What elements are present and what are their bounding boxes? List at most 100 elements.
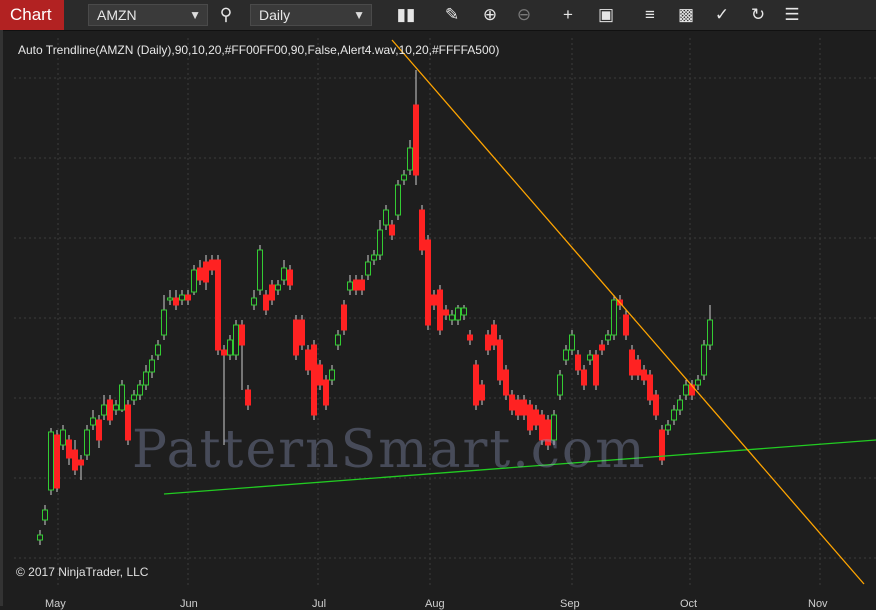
- candle-body: [407, 147, 413, 171]
- candle-body: [629, 349, 635, 376]
- candle-body: [66, 439, 72, 459]
- candle-body: [557, 374, 563, 396]
- candle-body: [251, 297, 257, 306]
- candle-body: [377, 229, 383, 256]
- candle-body: [593, 354, 599, 386]
- candle-body: [587, 354, 593, 361]
- candle-body: [623, 314, 629, 336]
- watermark: PatternSmart.com: [132, 420, 647, 480]
- candle-body: [107, 399, 113, 421]
- candle-body: [167, 297, 173, 301]
- candle-body: [275, 284, 281, 291]
- candle-body: [575, 354, 581, 371]
- candle-body: [287, 269, 293, 286]
- candle-body: [467, 334, 473, 341]
- candle-body: [359, 279, 365, 291]
- candle-body: [473, 364, 479, 406]
- candle-body: [84, 429, 90, 456]
- candle-body: [203, 261, 209, 283]
- candle-body: [581, 369, 587, 386]
- candle-body: [401, 174, 407, 181]
- candle-body: [443, 309, 449, 316]
- candle-body: [78, 459, 84, 466]
- candle-body: [569, 334, 575, 351]
- candle-body: [479, 384, 485, 401]
- candle-body: [437, 289, 443, 331]
- candle-body: [37, 534, 43, 541]
- candle-body: [671, 409, 677, 421]
- indicator-label: Auto Trendline(AMZN (Daily),90,10,20,#FF…: [18, 43, 500, 57]
- candle-body: [455, 307, 461, 321]
- candle-body: [131, 394, 137, 401]
- candle-body: [90, 417, 96, 426]
- candle-body: [365, 261, 371, 276]
- candle-body: [299, 319, 305, 346]
- x-axis-label: Jul: [312, 598, 327, 610]
- x-axis-label: Sep: [560, 598, 580, 610]
- candle-body: [563, 349, 569, 361]
- candle-body: [269, 284, 275, 301]
- candle-body: [701, 344, 707, 376]
- candle-body: [48, 431, 54, 491]
- candle-body: [599, 344, 605, 351]
- candle-body: [227, 339, 233, 356]
- x-axis-label: Aug: [425, 598, 445, 610]
- candle-body: [425, 239, 431, 326]
- candle-body: [173, 297, 179, 306]
- candle-body: [641, 369, 647, 381]
- candle-body: [281, 267, 287, 281]
- candle-body: [503, 369, 509, 396]
- candle-body: [125, 404, 131, 441]
- candle-body: [413, 104, 419, 176]
- candle-body: [509, 394, 515, 411]
- candle-body: [155, 344, 161, 356]
- candle-body: [239, 324, 245, 346]
- x-axis-label: Oct: [680, 598, 698, 610]
- candle-body: [647, 374, 653, 401]
- candle-body: [323, 379, 329, 406]
- candle-body: [419, 209, 425, 251]
- candle-body: [113, 404, 119, 411]
- candle-body: [341, 304, 347, 331]
- candle-body: [54, 434, 60, 489]
- candle-body: [353, 279, 359, 291]
- candle-body: [605, 334, 611, 341]
- candle-body: [485, 334, 491, 351]
- candle-body: [383, 209, 389, 226]
- candle-body: [263, 294, 269, 311]
- candle-body: [611, 299, 617, 336]
- candle-body: [197, 267, 203, 281]
- candle-body: [137, 384, 143, 396]
- candle-body: [635, 359, 641, 376]
- candle-body: [161, 309, 167, 336]
- candle-body: [449, 314, 455, 321]
- candle-body: [329, 369, 335, 381]
- candle-body: [179, 294, 185, 301]
- candle-body: [317, 364, 323, 386]
- candle-body: [143, 371, 149, 386]
- candle-body: [215, 259, 221, 351]
- candle-body: [149, 359, 155, 373]
- candle-body: [305, 349, 311, 371]
- candle-body: [515, 399, 521, 416]
- candle-body: [233, 324, 239, 356]
- candle-body: [96, 419, 102, 441]
- candle-body: [72, 449, 78, 471]
- candle-body: [245, 389, 251, 406]
- price-chart: [14, 38, 876, 586]
- x-axis-label: Jun: [180, 598, 198, 610]
- candle-body: [42, 509, 48, 521]
- candle-body: [221, 349, 227, 356]
- candle-body: [119, 384, 125, 411]
- candle-body: [185, 294, 191, 301]
- candle-body: [431, 294, 437, 306]
- x-axis-label: May: [45, 598, 66, 610]
- x-axis-label: Nov: [808, 598, 828, 610]
- candle-body: [389, 224, 395, 236]
- candle-body: [347, 281, 353, 291]
- candle-body: [257, 249, 263, 291]
- candle-body: [395, 184, 401, 216]
- candle-body: [311, 344, 317, 416]
- candle-body: [371, 254, 377, 261]
- candle-body: [683, 384, 689, 396]
